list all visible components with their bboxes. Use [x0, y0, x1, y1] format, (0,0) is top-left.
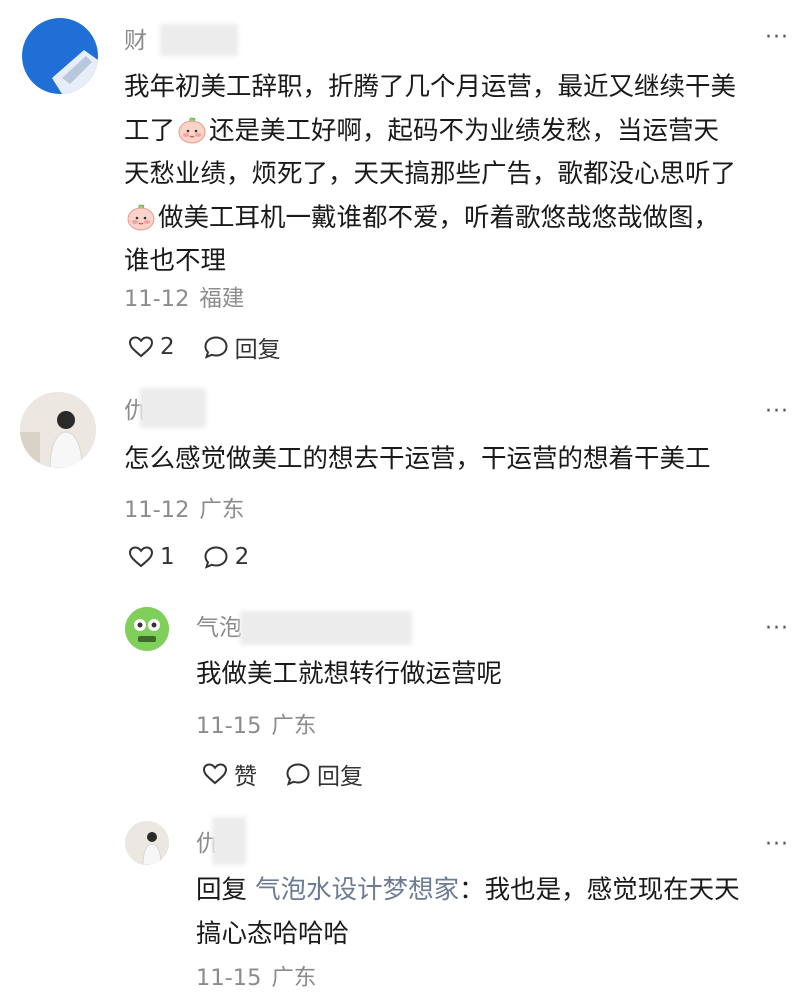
comment-date: 11-15 — [196, 965, 262, 991]
heart-icon — [128, 545, 154, 569]
more-options-icon[interactable]: ··· — [765, 618, 789, 640]
avatar[interactable] — [20, 392, 96, 468]
comment-actions: 1 2 — [128, 540, 277, 574]
heart-icon — [128, 335, 154, 359]
comment-actions: 赞 回复 — [202, 757, 391, 791]
comment-text: 我做美工就想转行做运营呢 — [196, 659, 503, 689]
comment-actions: 2 回复 — [128, 330, 309, 364]
username-redaction — [140, 388, 206, 428]
username-redaction — [160, 24, 238, 56]
comment-meta: 11-12 福建 — [124, 284, 244, 314]
reply-target-link[interactable]: 气泡水设计梦想家 — [255, 875, 459, 905]
comment-location: 广东 — [199, 497, 245, 523]
comment-location: 福建 — [199, 286, 245, 312]
like-button[interactable]: 1 — [128, 544, 175, 570]
reply-button[interactable]: 回复 — [203, 330, 281, 364]
comment-text: 回复 气泡水设计梦想家：我也是，感觉现在天天 搞心态哈哈哈 — [196, 875, 740, 949]
comment-location: 广东 — [271, 965, 317, 991]
comment-2: 仇 ··· 怎么感觉做美工的想去干运营，干运营的想着干美工 11-12 广东 1 … — [0, 380, 807, 595]
username[interactable]: 财 — [124, 26, 147, 56]
comment-meta: 11-15 广东 — [196, 963, 316, 993]
comment-date: 11-15 — [196, 713, 262, 739]
comment-bubble-icon — [203, 545, 229, 569]
more-options-icon[interactable]: ··· — [765, 834, 789, 856]
username-redaction — [212, 817, 246, 865]
reply-button[interactable]: 回复 — [285, 757, 363, 791]
zombie-avatar-icon — [125, 607, 169, 651]
comment-location: 广东 — [271, 713, 317, 739]
comment-1: 财 ··· 我年初美工辞职，折腾了几个月运营，最近又继续干美 工了 还是美工好啊，… — [0, 0, 807, 380]
baby-face-emoji-icon — [177, 116, 207, 144]
comment-date: 11-12 — [124, 286, 190, 312]
avatar-image-icon — [52, 50, 98, 94]
avatar[interactable] — [125, 821, 169, 865]
reply-2: 仇 ··· 回复 气泡水设计梦想家：我也是，感觉现在天天 搞心态哈哈哈 11-1… — [0, 805, 807, 1008]
comment-bubble-icon — [285, 762, 311, 786]
comment-bubble-icon — [203, 335, 229, 359]
reply-button[interactable]: 2 — [203, 544, 249, 570]
baby-face-emoji-icon — [126, 203, 156, 231]
comment-meta: 11-15 广东 — [196, 711, 316, 741]
comment-date: 11-12 — [124, 497, 190, 523]
comment-text: 怎么感觉做美工的想去干运营，干运营的想着干美工 — [124, 444, 711, 474]
comment-text: 我年初美工辞职，折腾了几个月运营，最近又继续干美 工了 还是美工好啊，起码不为业绩… — [124, 72, 737, 276]
avatar-photo-icon — [125, 821, 169, 865]
more-options-icon[interactable]: ··· — [765, 401, 789, 423]
heart-icon — [202, 762, 228, 786]
avatar[interactable] — [125, 607, 169, 651]
username[interactable]: 气泡 — [196, 613, 242, 643]
username-redaction — [240, 611, 412, 645]
avatar-photo-icon — [20, 392, 96, 468]
avatar[interactable] — [22, 18, 98, 94]
reply-1: 气泡 ··· 我做美工就想转行做运营呢 11-15 广东 赞 回复 — [0, 595, 807, 805]
like-button[interactable]: 2 — [128, 334, 175, 360]
like-button[interactable]: 赞 — [202, 757, 257, 791]
comment-meta: 11-12 广东 — [124, 495, 244, 525]
more-options-icon[interactable]: ··· — [765, 27, 789, 49]
